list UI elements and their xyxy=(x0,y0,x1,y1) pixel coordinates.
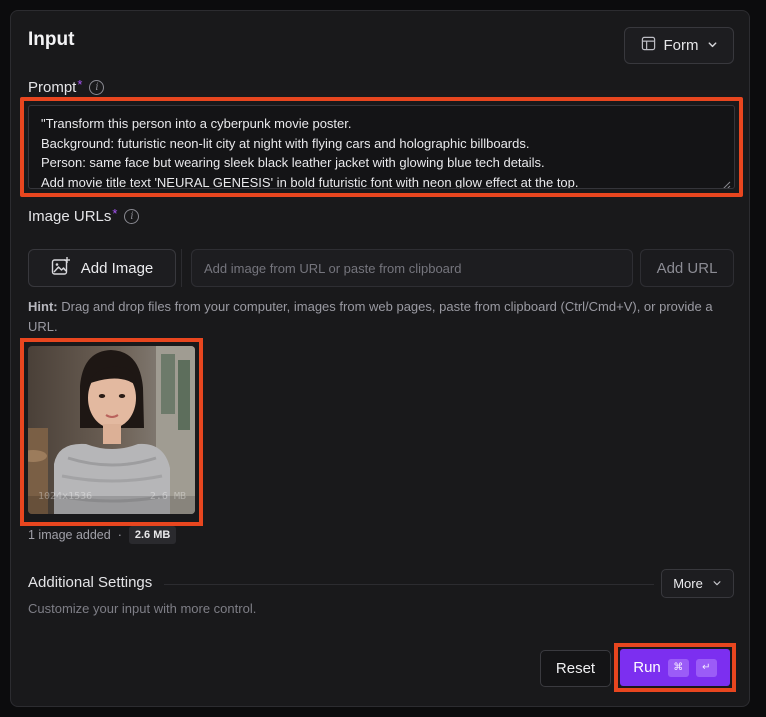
chevron-down-icon xyxy=(707,37,718,54)
add-image-label: Add Image xyxy=(80,259,154,277)
required-marker: * xyxy=(112,206,118,221)
thumbnail-highlight: 1024x1536 2.6 MB xyxy=(20,338,203,526)
view-mode-dropdown[interactable]: Form xyxy=(624,27,734,64)
upload-hint: Hint: Drag and drop files from your comp… xyxy=(28,297,738,336)
run-label: Run xyxy=(633,659,661,676)
image-count-text: 1 image added xyxy=(28,528,111,542)
prompt-label-row: Prompt * i xyxy=(28,77,105,96)
run-highlight: Run ⌘ ↵ xyxy=(614,643,736,692)
image-url-input[interactable]: Add image from URL or paste from clipboa… xyxy=(191,249,633,287)
image-add-icon xyxy=(51,256,71,280)
prompt-line: "Transform this person into a cyberpunk … xyxy=(41,116,352,131)
additional-settings-subtitle: Customize your input with more control. xyxy=(28,601,257,616)
form-layout-icon xyxy=(641,36,656,55)
more-settings-button[interactable]: More xyxy=(661,569,734,598)
more-label: More xyxy=(673,576,703,591)
prompt-line: Person: same face but wearing sleek blac… xyxy=(41,155,545,170)
reset-button[interactable]: Reset xyxy=(540,650,611,687)
uploaded-image-thumbnail[interactable]: 1024x1536 2.6 MB xyxy=(28,346,195,514)
command-key-icon: ⌘ xyxy=(667,658,689,677)
divider xyxy=(164,584,654,585)
image-size: 2.6 MB xyxy=(149,491,186,502)
separator-dot: · xyxy=(117,528,122,542)
panel-title: Input xyxy=(28,29,75,50)
view-mode-label: Form xyxy=(663,37,699,54)
prompt-highlight: "Transform this person into a cyberpunk … xyxy=(20,97,743,197)
image-count-line: 1 image added · 2.6 MB xyxy=(28,526,177,544)
info-icon[interactable]: i xyxy=(89,80,105,95)
hint-prefix: Hint: xyxy=(28,299,58,314)
resize-handle-icon[interactable] xyxy=(722,176,731,188)
image-urls-label: Image URLs xyxy=(28,208,112,225)
input-panel: Input Form Prompt * i "Transform this pe… xyxy=(10,10,750,707)
enter-key-icon: ↵ xyxy=(695,658,717,677)
required-marker: * xyxy=(77,77,83,92)
divider xyxy=(181,249,182,287)
prompt-textarea[interactable]: "Transform this person into a cyberpunk … xyxy=(28,105,735,189)
hint-text: Drag and drop files from your computer, … xyxy=(28,299,713,334)
prompt-label: Prompt xyxy=(28,79,77,96)
add-image-button[interactable]: Add Image xyxy=(28,249,176,287)
additional-settings-title: Additional Settings xyxy=(28,574,153,591)
prompt-line: Add movie title text 'NEURAL GENESIS' in… xyxy=(41,174,579,189)
add-url-button[interactable]: Add URL xyxy=(640,249,734,287)
prompt-line: Background: futuristic neon-lit city at … xyxy=(41,135,530,151)
total-size-badge: 2.6 MB xyxy=(128,526,177,544)
thumbnail-meta: 1024x1536 2.6 MB xyxy=(38,491,186,502)
image-dimensions: 1024x1536 xyxy=(38,491,93,502)
image-url-placeholder: Add image from URL or paste from clipboa… xyxy=(204,260,462,276)
info-icon[interactable]: i xyxy=(124,209,140,224)
run-button[interactable]: Run ⌘ ↵ xyxy=(620,649,730,686)
image-urls-label-row: Image URLs * i xyxy=(28,206,140,225)
chevron-down-icon xyxy=(712,576,722,591)
